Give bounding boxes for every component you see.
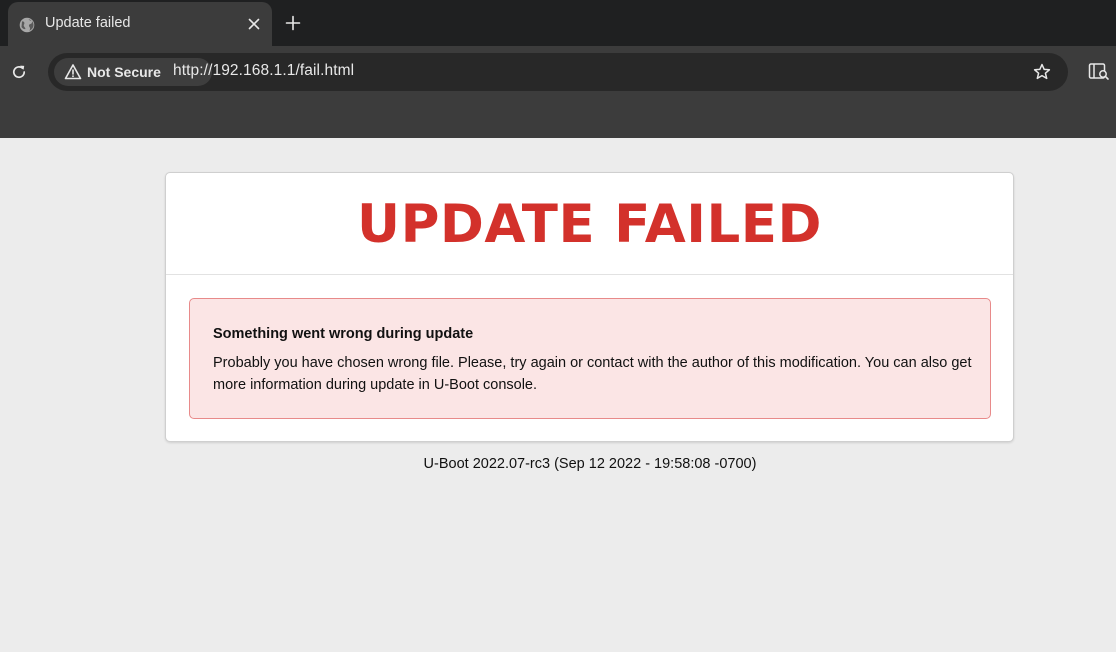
globe-icon <box>19 17 35 33</box>
close-tab-icon[interactable] <box>246 16 262 32</box>
warning-triangle-icon <box>64 64 82 80</box>
status-card: UPDATE FAILED Something went wrong durin… <box>165 172 1014 442</box>
tab-strip: Update failed <box>0 0 1116 46</box>
error-alert: Something went wrong during update Proba… <box>189 298 991 419</box>
bookmark-star-icon[interactable] <box>1032 62 1052 82</box>
address-bar[interactable]: Not Secure http://192.168.1.1/fail.html <box>48 53 1068 91</box>
page-title: UPDATE FAILED <box>357 194 822 255</box>
reload-icon[interactable] <box>10 63 28 81</box>
side-panel-search-icon[interactable] <box>1088 62 1110 82</box>
browser-tab-active[interactable]: Update failed <box>8 2 272 46</box>
new-tab-plus-icon[interactable] <box>284 14 302 32</box>
browser-toolbar: Not Secure http://192.168.1.1/fail.html <box>0 46 1116 138</box>
url-text[interactable]: http://192.168.1.1/fail.html <box>173 62 354 80</box>
alert-message: Probably you have chosen wrong file. Ple… <box>213 355 972 393</box>
alert-title: Something went wrong during update <box>213 326 474 342</box>
not-secure-label: Not Secure <box>87 64 161 80</box>
version-footer: U-Boot 2022.07-rc3 (Sep 12 2022 - 19:58:… <box>423 456 757 472</box>
page-content: UPDATE FAILED Something went wrong durin… <box>0 138 1116 652</box>
tab-title: Update failed <box>45 15 131 31</box>
card-header: UPDATE FAILED <box>166 173 1013 275</box>
